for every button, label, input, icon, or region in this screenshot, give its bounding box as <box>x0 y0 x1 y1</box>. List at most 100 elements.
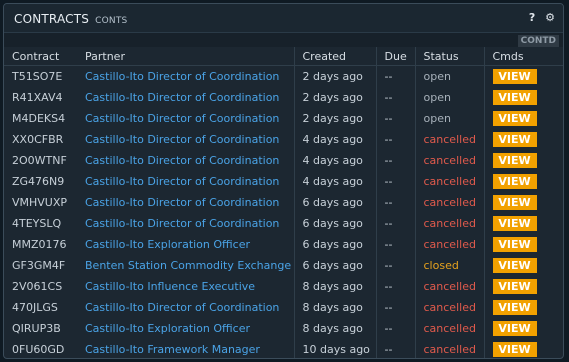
table-row[interactable]: 470JLGS Castillo-Ito Director of Coordina… <box>4 297 563 318</box>
partner-name-cell: Castillo-Ito Influence Executive <box>77 276 294 297</box>
partner-name[interactable]: Castillo-Ito Director of Coordination <box>85 301 279 314</box>
cmds-cell: VIEW <box>483 87 563 108</box>
view-button[interactable]: VIEW <box>492 237 537 252</box>
created-date: 4 days ago <box>302 133 363 146</box>
status-cell: cancelled <box>414 318 484 339</box>
partner-name[interactable]: Castillo-Ito Director of Coordination <box>85 175 279 188</box>
contract-id: MMZ0176 <box>12 238 67 251</box>
partner-name[interactable]: Castillo-Ito Director of Coordination <box>85 196 279 209</box>
partner-name[interactable]: Castillo-Ito Director of Coordination <box>85 70 279 83</box>
status: cancelled <box>423 154 476 167</box>
partner-name[interactable]: Castillo-Ito Influence Executive <box>85 280 255 293</box>
view-button[interactable]: VIEW <box>492 195 537 210</box>
view-button[interactable]: VIEW <box>492 300 537 315</box>
contract-id: 2V061CS <box>12 280 63 293</box>
view-button[interactable]: VIEW <box>492 90 537 105</box>
status: cancelled <box>423 217 476 230</box>
status-cell: cancelled <box>414 129 484 150</box>
partner-name[interactable]: Castillo-Ito Director of Coordination <box>85 217 279 230</box>
created-date: 4 days ago <box>302 154 363 167</box>
contract-id-cell: ZG476N9 <box>4 171 77 192</box>
table-row[interactable]: QIRUP3B Castillo-Ito Exploration Officer 8… <box>4 318 563 339</box>
due-date-cell: -- <box>375 213 415 234</box>
view-button[interactable]: VIEW <box>492 132 537 147</box>
cmds-cell: VIEW <box>483 192 563 213</box>
cmds-cell: VIEW <box>483 255 563 276</box>
partner-name-cell: Castillo-Ito Director of Coordination <box>77 129 294 150</box>
contract-id-cell: 0FU60GD <box>4 339 77 358</box>
view-button[interactable]: VIEW <box>492 258 537 273</box>
view-button[interactable]: VIEW <box>492 216 537 231</box>
created-date: 10 days ago <box>302 343 370 356</box>
partner-name[interactable]: Castillo-Ito Exploration Officer <box>85 238 250 251</box>
status-cell: cancelled <box>414 150 484 171</box>
view-button[interactable]: VIEW <box>492 69 537 84</box>
table-row[interactable]: VMHVUXP Castillo-Ito Director of Coordina… <box>4 192 563 213</box>
contd-row: CONTD <box>4 33 563 47</box>
created-date: 6 days ago <box>302 217 363 230</box>
table-row[interactable]: T51SO7E Castillo-Ito Director of Coordina… <box>4 65 563 87</box>
table-row[interactable]: 2O0WTNF Castillo-Ito Director of Coordina… <box>4 150 563 171</box>
created-date-cell: 6 days ago <box>293 255 376 276</box>
header-partner: Partner <box>77 47 294 66</box>
contract-id-cell: M4DEKS4 <box>4 108 77 129</box>
view-button[interactable]: VIEW <box>492 279 537 294</box>
partner-name-cell: Castillo-Ito Director of Coordination <box>77 297 294 318</box>
view-button[interactable]: VIEW <box>492 342 537 357</box>
due-date: -- <box>384 133 393 146</box>
created-date-cell: 6 days ago <box>293 213 376 234</box>
table-row[interactable]: 2V061CS Castillo-Ito Influence Executive 8… <box>4 276 563 297</box>
table-row[interactable]: XX0CFBR Castillo-Ito Director of Coordina… <box>4 129 563 150</box>
view-button[interactable]: VIEW <box>492 174 537 189</box>
partner-name[interactable]: Castillo-Ito Director of Coordination <box>85 133 279 146</box>
table-header-row: Contract Partner Created Due Status Cmds <box>4 47 563 66</box>
due-date-cell: -- <box>375 318 415 339</box>
view-button[interactable]: VIEW <box>492 153 537 168</box>
status: cancelled <box>423 175 476 188</box>
due-date: -- <box>384 70 393 83</box>
table-row[interactable]: ZG476N9 Castillo-Ito Director of Coordina… <box>4 171 563 192</box>
status: closed <box>423 259 459 272</box>
partner-name-cell: Castillo-Ito Director of Coordination <box>77 213 294 234</box>
table-row[interactable]: 4TEYSLQ Castillo-Ito Director of Coordina… <box>4 213 563 234</box>
partner-name[interactable]: Castillo-Ito Director of Coordination <box>85 154 279 167</box>
contract-id-cell: 470JLGS <box>4 297 77 318</box>
contract-id-cell: 2V061CS <box>4 276 77 297</box>
due-date: -- <box>384 154 393 167</box>
created-date: 4 days ago <box>302 175 363 188</box>
status: cancelled <box>423 301 476 314</box>
help-icon[interactable]: ? <box>529 11 535 24</box>
window-title: CONTRACTS CONTS <box>14 12 127 26</box>
created-date-cell: 2 days ago <box>293 87 376 108</box>
table-row[interactable]: 0FU60GD Castillo-Ito Framework Manager 10 … <box>4 339 563 358</box>
partner-name[interactable]: Castillo-Ito Exploration Officer <box>85 322 250 335</box>
contract-id: M4DEKS4 <box>12 112 66 125</box>
table-row[interactable]: MMZ0176 Castillo-Ito Exploration Officer 6… <box>4 234 563 255</box>
table-row[interactable]: R41XAV4 Castillo-Ito Director of Coordina… <box>4 87 563 108</box>
status-cell: closed <box>414 255 484 276</box>
header-due: Due <box>375 47 415 66</box>
due-date: -- <box>384 238 393 251</box>
gear-icon[interactable]: ⚙ <box>545 11 555 24</box>
partner-name[interactable]: Castillo-Ito Director of Coordination <box>85 112 279 125</box>
view-button[interactable]: VIEW <box>492 321 537 336</box>
contract-id: QIRUP3B <box>12 322 61 335</box>
status: open <box>423 112 451 125</box>
partner-name[interactable]: Castillo-Ito Framework Manager <box>85 343 260 356</box>
cmds-cell: VIEW <box>483 297 563 318</box>
contract-id: 0FU60GD <box>12 343 65 356</box>
table-row[interactable]: M4DEKS4 Castillo-Ito Director of Coordina… <box>4 108 563 129</box>
due-date-cell: -- <box>375 339 415 358</box>
status: cancelled <box>423 322 476 335</box>
due-date: -- <box>384 259 393 272</box>
partner-name[interactable]: Benten Station Commodity Exchange <box>85 259 291 272</box>
view-button[interactable]: VIEW <box>492 111 537 126</box>
table-row[interactable]: GF3GM4F Benten Station Commodity Exchange… <box>4 255 563 276</box>
status-cell: open <box>414 65 484 87</box>
due-date-cell: -- <box>375 108 415 129</box>
window-titlebar: CONTRACTS CONTS ? ⚙ <box>4 4 563 33</box>
partner-name[interactable]: Castillo-Ito Director of Coordination <box>85 91 279 104</box>
contd-tag[interactable]: CONTD <box>517 35 559 47</box>
cmds-cell: VIEW <box>483 65 563 87</box>
status: cancelled <box>423 196 476 209</box>
